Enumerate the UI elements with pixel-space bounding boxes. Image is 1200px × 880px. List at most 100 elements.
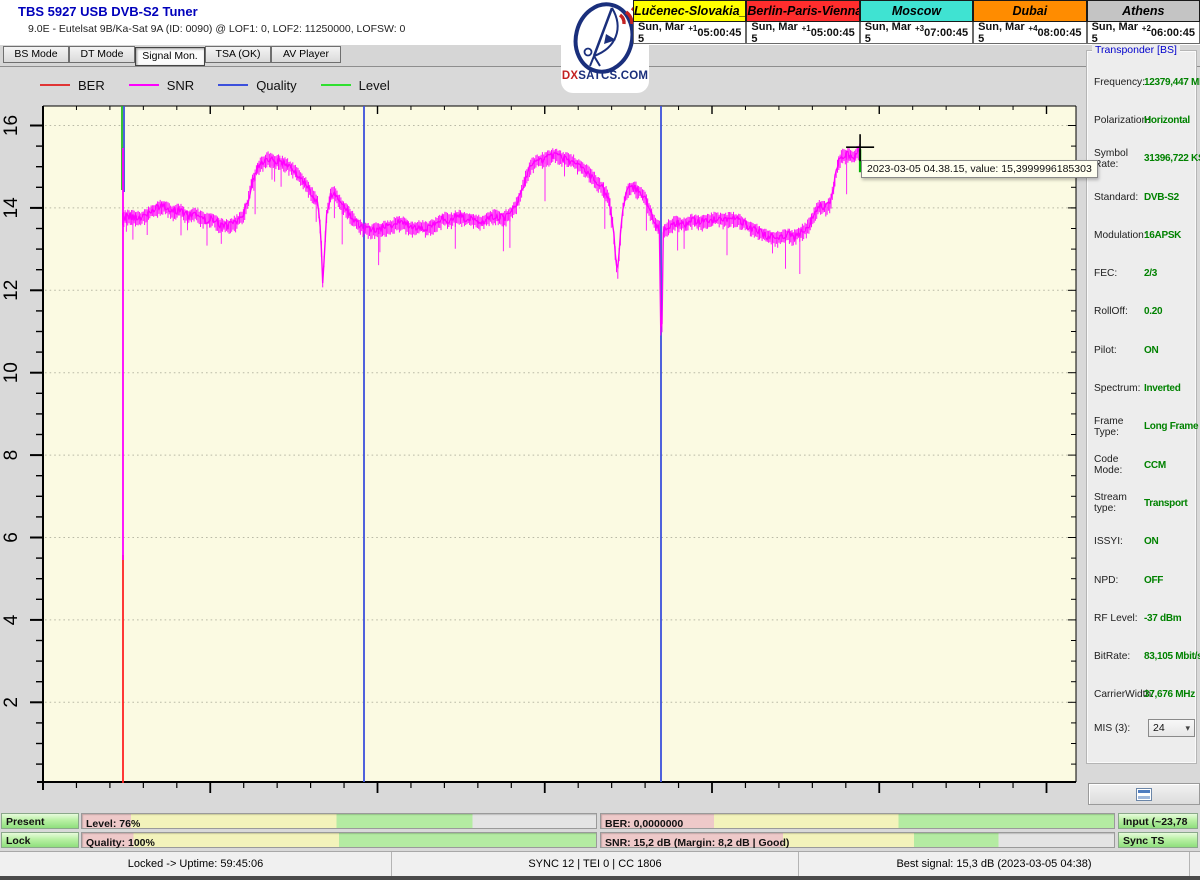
field-value: 16APSK — [1144, 229, 1182, 241]
clock-athens: Athens Sun, Mar 5 +2 06:00:45 — [1086, 0, 1200, 45]
clock-lu-enec-slovakia-r-d-vid: Lučenec-Slovakia_R.DávidSun, Mar 5+105:0… — [633, 0, 747, 45]
quality-text: Quality: 100% — [86, 837, 155, 849]
clock-time-part: 06:00:45 — [1150, 26, 1195, 39]
legend-line-icon — [218, 84, 249, 86]
tab-tsa-ok-[interactable]: TSA (OK) — [205, 46, 271, 63]
field-label: FEC: — [1094, 268, 1118, 280]
field-value: OFF — [1144, 574, 1164, 586]
clock-time-part: +1 — [801, 24, 811, 33]
legend-label: Quality — [256, 77, 297, 93]
field-value: 0.20 — [1144, 306, 1163, 318]
tab-signal-mon-[interactable]: Signal Mon. — [135, 47, 205, 66]
svg-text:14: 14 — [1, 197, 22, 219]
ber-progressbar: BER: 0,0000000 — [600, 813, 1115, 830]
signal-chart[interactable]: 16 14 12 10 8 6 4 2 — [0, 0, 1200, 880]
transponder-field-bitrate-: BitRate: 83,105 Mbit/s — [1087, 637, 1200, 675]
clock-city-label: Moscow — [859, 0, 974, 22]
field-value: Long Frame — [1144, 421, 1199, 433]
svg-text:2: 2 — [1, 697, 22, 708]
present-badge: Present — [1, 813, 79, 829]
legend-line-icon — [128, 84, 159, 86]
svg-text:16: 16 — [1, 115, 22, 136]
list-view-icon — [1136, 787, 1152, 801]
input-badge: Input (~23,78 Mbps) — [1118, 813, 1198, 844]
field-label: Frame Type: — [1094, 415, 1124, 438]
clock-time-part: Sun, Mar 5 — [864, 20, 912, 45]
transponder-panel-title: Transponder [BS] — [1092, 44, 1180, 56]
transponder-field-fec-: FEC: 2/3 — [1087, 254, 1196, 292]
field-value: Inverted — [1144, 383, 1181, 395]
status-best-signal: Best signal: 15,3 dB (2023-03-05 04:38) — [799, 852, 1190, 877]
logo-text: DXSATCS.COM — [561, 70, 649, 82]
field-value: 2/3 — [1144, 268, 1158, 280]
transponder-field-pilot-: Pilot: ON — [1087, 331, 1196, 369]
status-bar: Locked -> Uptime: 59:45:06 SYNC 12 | TEI… — [0, 851, 1200, 877]
legend-item-level: Level — [320, 78, 390, 93]
transponder-field-carrierwidth-: CarrierWidth: 37,676 MHz — [1087, 676, 1196, 714]
field-value: 31396,722 KS/s — [1144, 153, 1200, 165]
clock-time-part: +2 — [1141, 24, 1151, 33]
mis-row: MIS (3): 24 ▾ — [1087, 719, 1200, 737]
app-title: TBS 5927 USB DVB-S2 Tuner — [18, 4, 198, 19]
field-value: Transport — [1144, 497, 1188, 509]
transponder-field-stream-type-: Stream type: Transport — [1087, 484, 1196, 522]
mis-selected-value: 24 — [1153, 722, 1165, 734]
field-value: 37,676 MHz — [1144, 689, 1195, 701]
snapshot-button[interactable] — [1088, 783, 1200, 805]
tab-bs-mode[interactable]: BS Mode — [3, 46, 69, 63]
clock-time-part: 08:00:45 — [1037, 26, 1082, 39]
field-value: -37 dBm — [1144, 612, 1182, 624]
mis-dropdown[interactable]: 24 ▾ — [1148, 719, 1195, 737]
chevron-down-icon: ▾ — [1185, 723, 1190, 733]
chart-legend: BER SNR Quality Level — [40, 76, 414, 94]
clock-city-label: Athens — [1086, 0, 1200, 22]
clock-berlin-paris-vienna-belg: Berlin-Paris-Vienna-BelgradeSun, Mar 5+1… — [746, 0, 860, 45]
clock-time-part: Sun, Mar 5 — [1091, 20, 1139, 45]
level-text: Level: 76% — [86, 818, 141, 830]
transponder-field-frequency-: Frequency:12379,447 MHz — [1087, 63, 1200, 101]
transponder-fields: Frequency:12379,447 MHzPolarization:Hori… — [1087, 63, 1200, 714]
status-empty — [1190, 852, 1200, 877]
snr-text: SNR: 15,2 dB (Margin: 8,2 dB | Good) — [605, 837, 790, 849]
legend-item-quality: Quality — [218, 77, 297, 93]
transponder-field-code-mode-: Code Mode: CCM — [1087, 446, 1196, 484]
transponder-field-symbol-rate-: Symbol Rate: 31396,722 KS/s — [1087, 140, 1200, 178]
svg-text:10: 10 — [1, 362, 22, 383]
clock-time-part: Sun, Mar 5 — [751, 20, 798, 45]
clock-time-part: 07:00:45 — [924, 26, 969, 39]
field-label: ISSYI: — [1094, 536, 1123, 548]
legend-item-ber: BER — [40, 78, 105, 93]
field-value: Horizontal — [1144, 114, 1190, 126]
status-uptime: Locked -> Uptime: 59:45:06 — [0, 852, 392, 877]
field-label: CarrierWidth: — [1094, 689, 1155, 701]
clock-time-part: +4 — [1028, 24, 1038, 33]
legend-line-icon — [40, 84, 70, 86]
clock-time: Sun, Mar 5 +1 05:00:45 — [633, 21, 747, 45]
clock-moscow: Moscow Sun, Mar 5 +3 07:00:45 — [859, 0, 974, 45]
clock-time: Sun, Mar 5 +2 06:00:45 — [1086, 20, 1200, 45]
tab-av-player[interactable]: AV Player — [271, 46, 341, 63]
clock-time: Sun, Mar 5 +4 08:00:45 — [973, 20, 1087, 45]
app-window: { "window": { "title": "TBS 5927 USB DVB… — [0, 0, 1200, 880]
field-label: NPD: — [1094, 574, 1119, 586]
transponder-panel: Transponder [BS] Frequency:12379,447 MHz… — [1086, 44, 1200, 764]
field-label: Pilot: — [1094, 344, 1117, 356]
field-value: CCM — [1144, 459, 1166, 471]
field-label: RF Level: — [1094, 612, 1138, 624]
clock-time-part: Sun, Mar 5 — [978, 20, 1025, 45]
status-sync-counters: SYNC 12 | TEI 0 | CC 1806 — [392, 852, 799, 877]
clock-city-label: Berlin-Paris-Vienna-Belgrade — [746, 0, 860, 22]
field-value: ON — [1144, 344, 1159, 356]
chart-tooltip: 2023-03-05 04.38.15, value: 15,399999618… — [861, 160, 1098, 178]
clock-time-part: 05:00:45 — [697, 26, 742, 39]
window-bottom-edge — [0, 876, 1200, 880]
clock-time: Sun, Mar 5 +3 07:00:45 — [859, 20, 974, 45]
legend-label: BER — [78, 77, 105, 93]
level-progressbar: Level: 76% — [81, 813, 597, 830]
tab-dt-mode[interactable]: DT Mode — [69, 46, 135, 63]
legend-line-icon — [320, 84, 351, 86]
clock-time-part: +1 — [688, 24, 698, 33]
transponder-field-spectrum-: Spectrum: Inverted — [1087, 369, 1196, 407]
field-value: DVB-S2 — [1144, 191, 1179, 203]
svg-text:6: 6 — [1, 532, 22, 543]
